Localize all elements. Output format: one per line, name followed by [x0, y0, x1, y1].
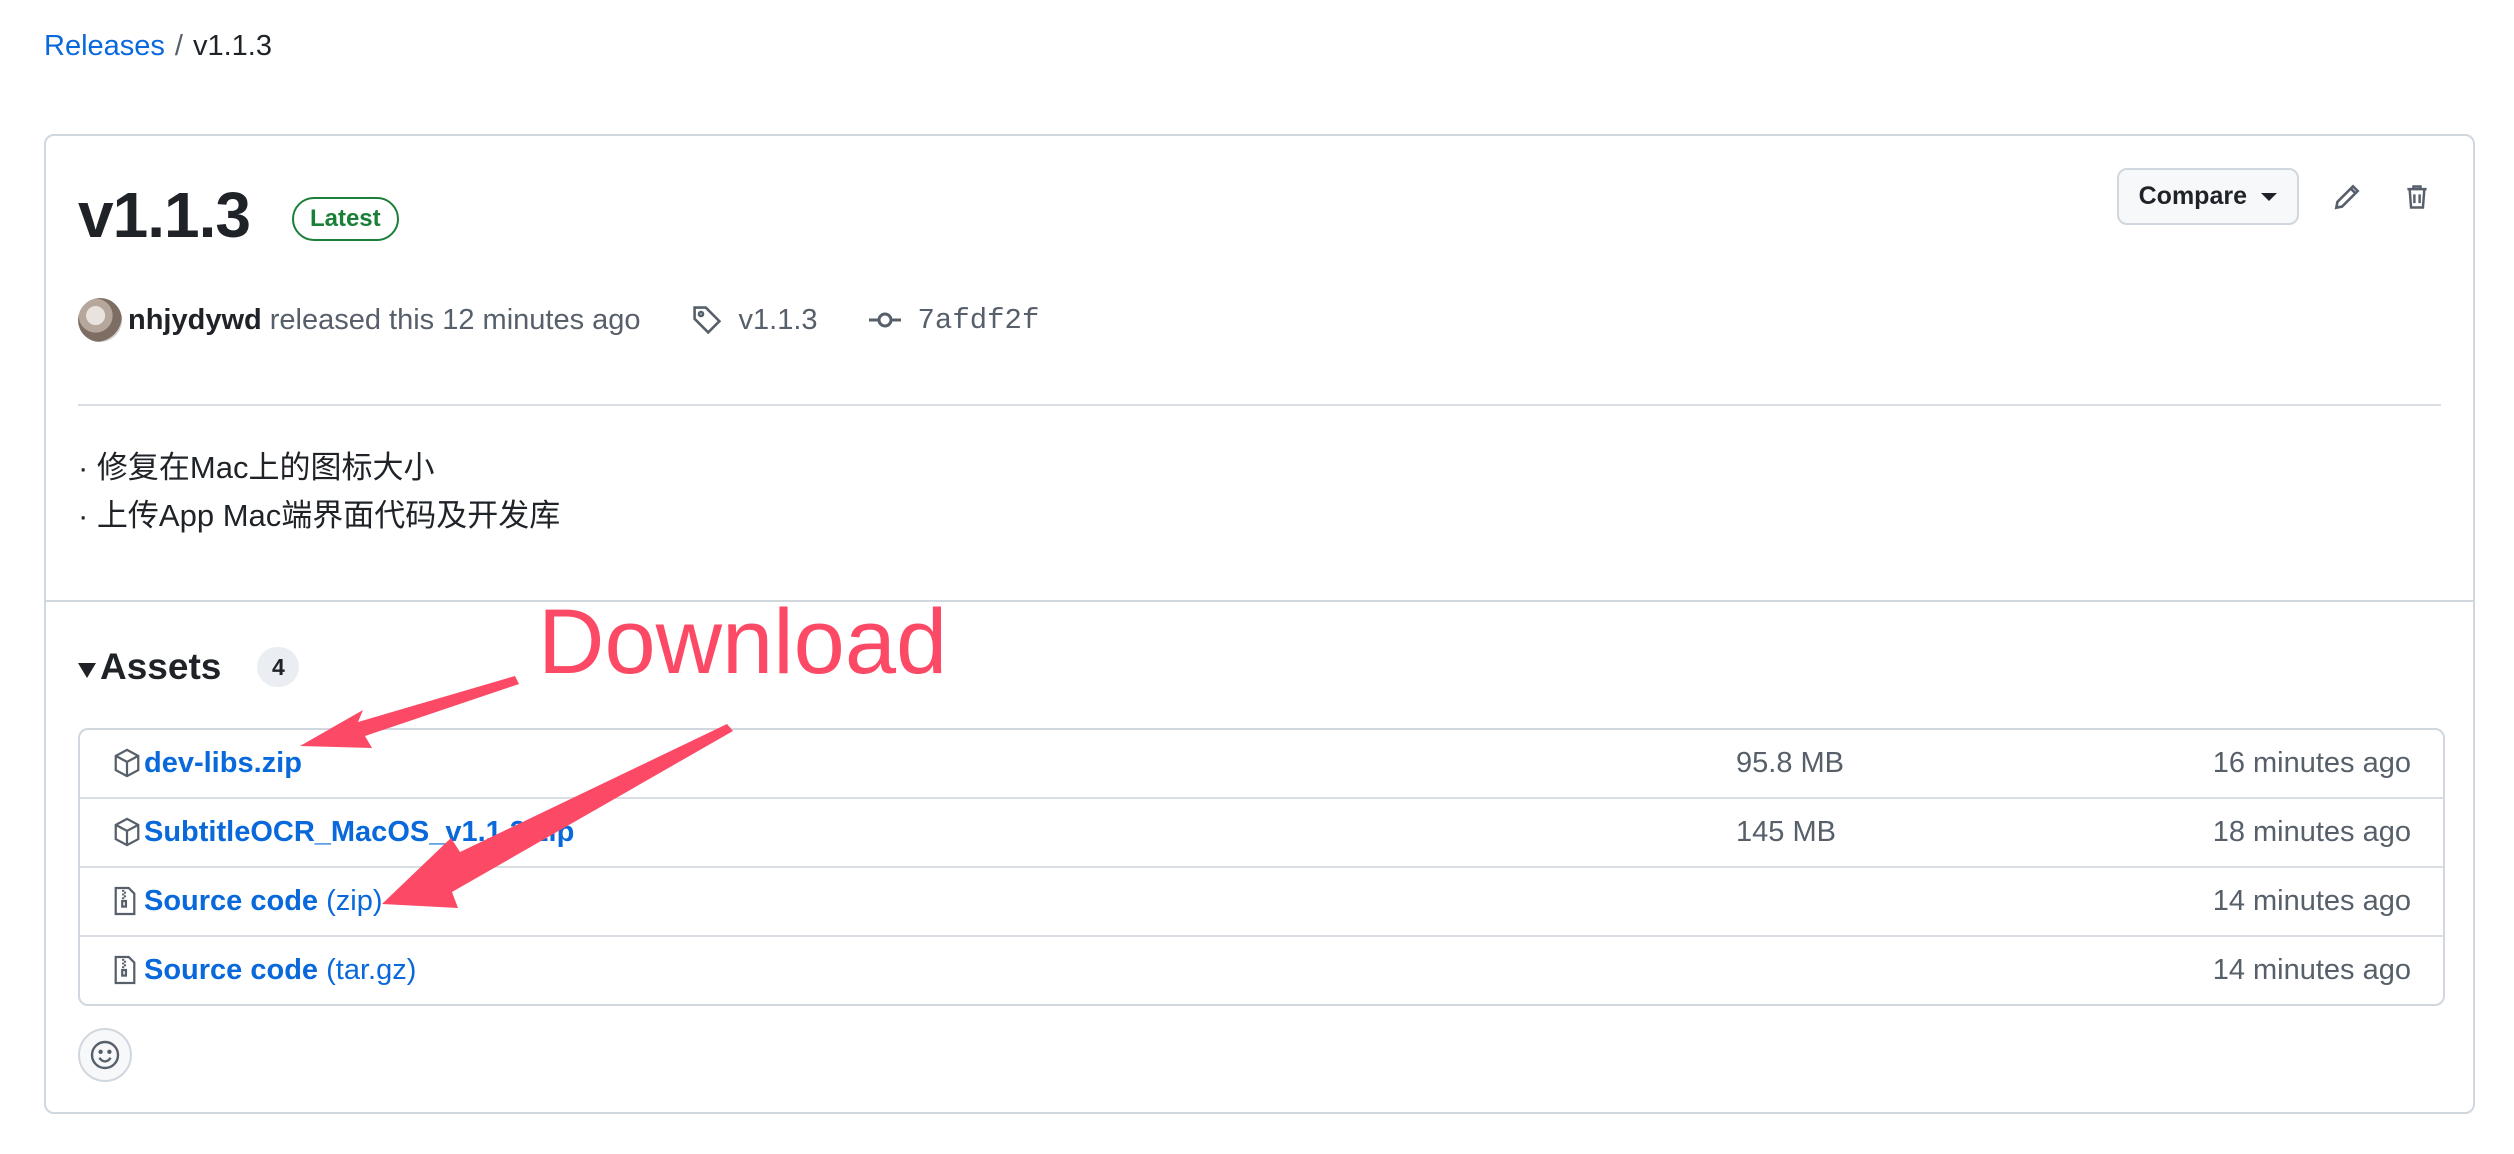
tag-icon: [692, 306, 721, 335]
breadcrumb-releases-link[interactable]: Releases: [44, 30, 165, 62]
triangle-down-icon: [78, 662, 96, 678]
release-card: v1.1.3 Latest Compare nhjydywd released …: [44, 134, 2475, 1114]
asset-format: (tar.gz): [326, 954, 417, 986]
asset-size: 145 MB: [1736, 816, 1836, 848]
asset-name: Source code: [144, 954, 319, 986]
asset-name: Source code: [144, 885, 319, 917]
delete-button[interactable]: [2395, 175, 2439, 219]
tag-link[interactable]: v1.1.3: [691, 304, 818, 337]
asset-time: 18 minutes ago: [2212, 816, 2411, 848]
trash-icon: [2407, 184, 2427, 209]
asset-link[interactable]: dev-libs.zip: [144, 747, 302, 780]
asset-time: 14 minutes ago: [2212, 954, 2411, 986]
assets-toggle[interactable]: Assets 4: [78, 646, 300, 688]
asset-format: (zip): [326, 885, 383, 917]
latest-badge: Latest: [291, 197, 399, 241]
smiley-icon: [90, 1040, 120, 1070]
released-text: released this 12 minutes ago: [269, 303, 641, 336]
asset-name: SubtitleOCR_MacOS_v1.1.3.zip: [144, 816, 575, 848]
asset-time: 14 minutes ago: [2212, 885, 2411, 917]
assets-count-badge: 4: [257, 647, 300, 687]
package-icon: [114, 748, 140, 778]
package-icon: [114, 817, 140, 847]
breadcrumb-current: v1.1.3: [192, 30, 272, 62]
asset-name: dev-libs.zip: [144, 747, 302, 779]
git-commit-icon: [868, 312, 901, 328]
pencil-icon: [2334, 183, 2360, 209]
file-zip-icon: [114, 955, 136, 985]
compare-button[interactable]: Compare: [2116, 168, 2299, 225]
asset-link[interactable]: Source code (zip): [144, 885, 383, 918]
asset-link[interactable]: SubtitleOCR_MacOS_v1.1.3.zip: [144, 816, 574, 849]
asset-link[interactable]: Source code (tar.gz): [144, 954, 416, 987]
note-line: · 修复在Mac上的图标大小: [78, 450, 435, 485]
asset-row: Source code (tar.gz) 14 minutes ago: [80, 935, 2443, 1004]
assets-title: Assets: [100, 646, 222, 687]
release-actions: Compare: [2116, 168, 2439, 225]
asset-row: SubtitleOCR_MacOS_v1.1.3.zip 145 MB 18 m…: [80, 797, 2443, 866]
release-notes: · 修复在Mac上的图标大小 · 上传App Mac端界面代码及开发库: [78, 444, 560, 540]
asset-row: Source code (zip) 14 minutes ago: [80, 866, 2443, 935]
compare-label: Compare: [2138, 182, 2247, 210]
release-title[interactable]: v1.1.3: [78, 178, 251, 252]
breadcrumb: Releases / v1.1.3: [44, 30, 272, 63]
edit-button[interactable]: [2325, 175, 2369, 219]
note-line: · 上传App Mac端界面代码及开发库: [78, 498, 561, 533]
asset-list: dev-libs.zip 95.8 MB 16 minutes ago Subt…: [78, 728, 2445, 1006]
assets-separator: [46, 600, 2473, 602]
author-link[interactable]: nhjydywd: [128, 304, 262, 337]
asset-time: 16 minutes ago: [2212, 747, 2411, 779]
release-header: v1.1.3 Latest: [78, 178, 399, 252]
caret-down-icon: [2261, 192, 2277, 201]
file-zip-icon: [114, 886, 136, 916]
download-annotation: Download: [538, 591, 948, 693]
tag-label: v1.1.3: [738, 303, 818, 336]
commit-link[interactable]: 7afdf2f: [868, 303, 1040, 337]
add-reaction-button[interactable]: [78, 1028, 132, 1082]
breadcrumb-separator: /: [174, 30, 183, 62]
avatar[interactable]: [78, 298, 122, 342]
release-meta: nhjydywd released this 12 minutes ago v1…: [78, 298, 1039, 342]
asset-size: 95.8 MB: [1736, 747, 1844, 779]
asset-row: dev-libs.zip 95.8 MB 16 minutes ago: [80, 730, 2443, 797]
divider: [78, 404, 2441, 406]
commit-hash: 7afdf2f: [917, 303, 1040, 337]
